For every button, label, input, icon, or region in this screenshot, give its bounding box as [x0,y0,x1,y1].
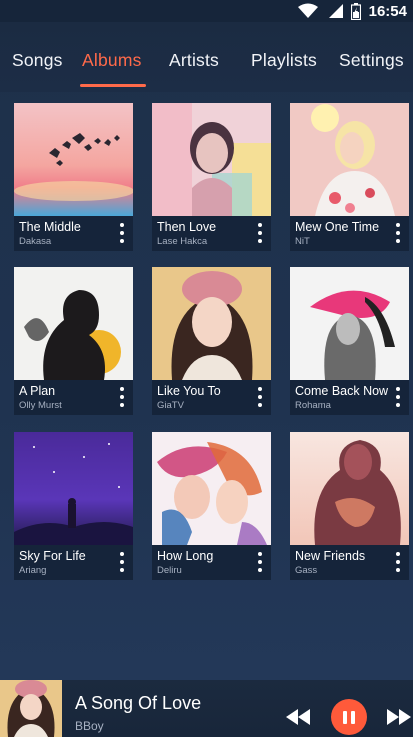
album-cover [290,103,409,216]
album-cover [290,432,409,545]
now-playing-artist: BBoy [75,719,104,733]
more-options-icon[interactable] [115,549,129,575]
album-card[interactable]: How Long Deliru [152,432,271,580]
more-options-icon[interactable] [115,384,129,410]
rewind-icon[interactable] [286,709,310,725]
album-cover [290,267,409,380]
album-card[interactable]: A Plan Olly Murst [14,267,133,415]
album-card[interactable]: The Middle Dakasa [14,103,133,251]
now-playing-title: A Song Of Love [75,693,202,713]
album-card[interactable]: Sky For Life Ariang [14,432,133,580]
album-title: Then Love [157,220,217,234]
more-options-icon[interactable] [115,220,129,246]
pause-icon [343,710,347,724]
album-title: The Middle [19,220,81,234]
now-playing-cover [0,680,62,737]
pause-button[interactable] [331,699,367,735]
status-time: 16:54 [368,2,407,20]
tab-settings[interactable]: Settings [339,50,404,71]
album-title: Sky For Life [19,549,86,563]
album-title: Like You To [157,384,221,398]
album-cover [14,432,133,545]
tab-songs[interactable]: Songs [12,50,63,71]
album-artist: GiaTV [157,400,184,411]
more-options-icon[interactable] [253,384,267,410]
tab-bar: Songs Albums Artists Playlists Settings [0,22,413,92]
album-title: A Plan [19,384,56,398]
wifi-icon [297,3,318,18]
now-playing-bar[interactable]: A Song Of Love BBoy [0,680,413,737]
album-card[interactable]: Mew One Time NiT [290,103,409,251]
album-cover [152,267,271,380]
album-card[interactable]: Come Back Now Rohama [290,267,409,415]
more-options-icon[interactable] [391,384,405,410]
signal-icon [328,4,343,18]
tab-albums[interactable]: Albums [82,50,142,71]
tab-artists[interactable]: Artists [169,50,219,71]
album-artist: Gass [295,565,318,576]
album-cover [152,103,271,216]
tab-playlists[interactable]: Playlists [251,50,317,71]
album-title: New Friends [295,549,366,563]
album-artist: Deliru [157,565,182,576]
album-title: Mew One Time [295,220,380,234]
album-title: Come Back Now [295,384,389,398]
album-cover [14,267,133,380]
album-cover [14,103,133,216]
album-card[interactable]: New Friends Gass [290,432,409,580]
more-options-icon[interactable] [391,549,405,575]
album-artist: Ariang [19,565,47,576]
album-artist: Olly Murst [19,400,62,411]
album-cover [152,432,271,545]
album-artist: Dakasa [19,236,52,247]
active-tab-indicator [80,84,146,87]
more-options-icon[interactable] [253,220,267,246]
status-bar: 16:54 [0,0,413,22]
more-options-icon[interactable] [253,549,267,575]
album-card[interactable]: Then Love Lase Hakca [152,103,271,251]
battery-icon [350,2,361,20]
more-options-icon[interactable] [391,220,405,246]
album-artist: Lase Hakca [157,236,208,247]
album-artist: NiT [295,236,310,247]
fast-forward-icon[interactable] [387,709,411,725]
album-card[interactable]: Like You To GiaTV [152,267,271,415]
album-artist: Rohama [295,400,331,411]
album-title: How Long [157,549,214,563]
